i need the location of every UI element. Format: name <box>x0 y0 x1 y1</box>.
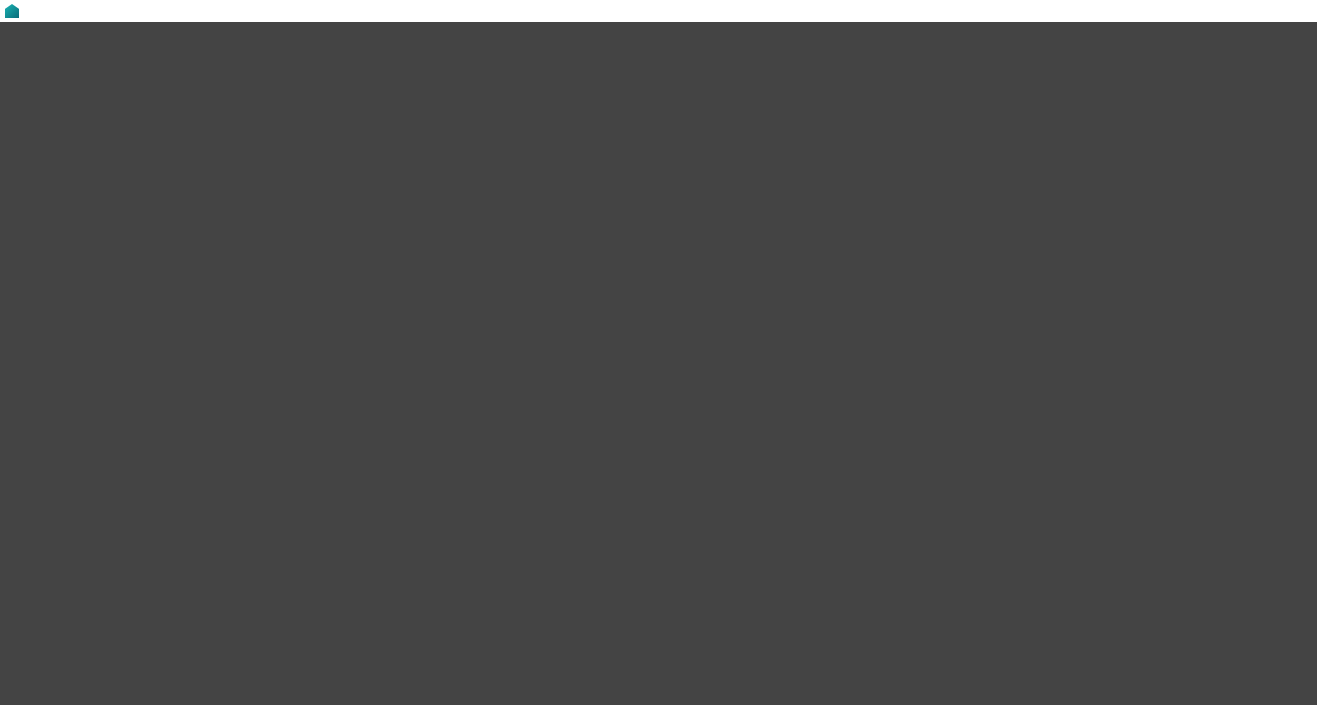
maya-logo-icon <box>5 4 19 18</box>
minimize-button[interactable] <box>1225 0 1271 22</box>
title-bar <box>0 0 1317 22</box>
